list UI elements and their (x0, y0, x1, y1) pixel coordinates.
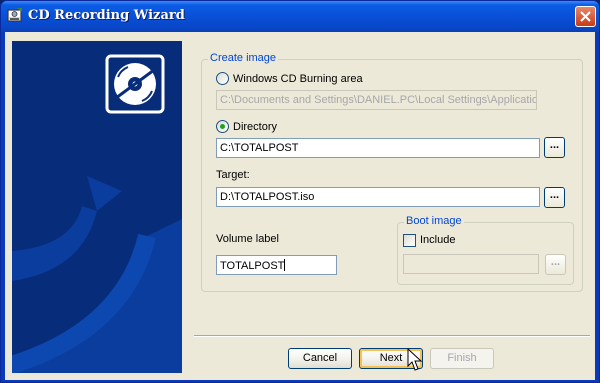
boot-image-path-field (403, 254, 539, 274)
boot-image-legend: Boot image (404, 215, 464, 227)
cd-burner-icon (7, 7, 23, 23)
radio-circle[interactable] (216, 120, 229, 133)
target-label: Target: (216, 169, 250, 181)
create-image-legend: Create image (208, 52, 279, 64)
radio-label: Directory (233, 120, 278, 133)
radio-selected-dot (220, 124, 225, 129)
volume-label-value: TOTALPOST (220, 260, 285, 272)
radio-windows-cd-burning-area[interactable]: Windows CD Burning area (216, 72, 363, 85)
finish-button: Finish (430, 348, 494, 369)
target-path-input[interactable]: D:\TOTALPOST.iso (216, 187, 540, 207)
browse-boot-image-button: ... (545, 254, 566, 275)
directory-path-input[interactable]: C:\TOTALPOST (216, 138, 540, 158)
title-bar[interactable]: CD Recording Wizard (1, 1, 599, 32)
close-icon (580, 11, 591, 22)
burning-area-path-field: C:\Documents and Settings\DANIEL.PC\Loca… (216, 90, 537, 110)
text-caret (284, 259, 286, 271)
include-boot-image-checkbox[interactable] (403, 234, 416, 247)
browse-directory-button[interactable]: ... (544, 137, 565, 158)
browse-target-button[interactable]: ... (544, 187, 565, 208)
volume-label-input[interactable]: TOTALPOST (216, 255, 337, 275)
window-title: CD Recording Wizard (28, 8, 185, 23)
close-button[interactable] (575, 6, 596, 27)
cancel-button[interactable]: Cancel (288, 348, 352, 369)
dialog-client-area: Create image Windows CD Burning area C:\… (5, 32, 595, 380)
radio-label: Windows CD Burning area (233, 72, 363, 85)
wizard-banner-image (12, 41, 182, 373)
volume-label-label: Volume label (216, 233, 279, 245)
dialog-window: CD Recording Wizard Create image Windows… (0, 0, 600, 383)
radio-directory[interactable]: Directory (216, 120, 277, 133)
mouse-pointer-icon (407, 348, 423, 371)
include-boot-image-label[interactable]: Include (420, 234, 455, 246)
footer-separator (194, 335, 590, 337)
radio-circle[interactable] (216, 72, 229, 85)
